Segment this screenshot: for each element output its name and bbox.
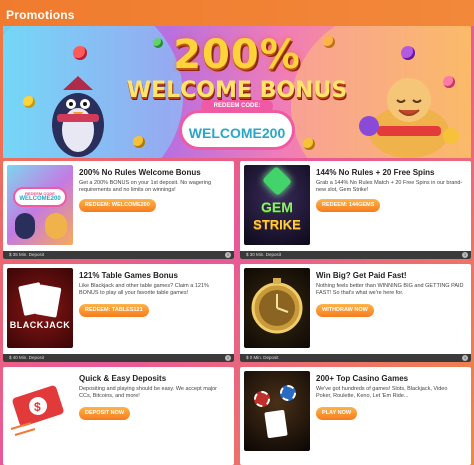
min-deposit-label: $ 35 Min. Deposit: [3, 251, 234, 259]
deposit-button[interactable]: DEPOSIT NOW: [79, 407, 131, 420]
promo-description: Depositing and playing should be easy. W…: [79, 386, 217, 399]
promo-card-welcome-bonus[interactable]: REDEEM CODE WELCOME200 200% No Rules Wel…: [3, 161, 234, 259]
promo-thumbnail: REDEEM CODE WELCOME200: [7, 165, 73, 245]
promo-title: 200% No Rules Welcome Bonus: [79, 168, 201, 177]
withdraw-button[interactable]: WITHDRAW NOW: [316, 304, 374, 317]
promo-title: Win Big? Get Paid Fast!: [316, 271, 407, 280]
hero-headline: 200%: [173, 32, 301, 78]
thumb-title-line2: STRIKE: [253, 217, 301, 232]
hero-code-label: REDEEM CODE:: [201, 100, 273, 112]
thumb-code-value: WELCOME200: [19, 196, 61, 202]
playing-card-icon: [34, 284, 62, 318]
promo-card-deposits[interactable]: $ Quick & Easy Deposits Depositing and p…: [3, 367, 234, 465]
page-title: Promotions: [6, 8, 75, 22]
casino-chip-icon: [254, 391, 270, 407]
promo-title: 200+ Top Casino Games: [316, 374, 409, 383]
promo-description: We've got hundreds of games! Slots, Blac…: [316, 386, 448, 399]
clock-icon: [251, 278, 303, 334]
info-icon[interactable]: i: [462, 355, 468, 361]
promo-card-table-games[interactable]: BLACKJACK 121% Table Games Bonus Like Bl…: [3, 264, 234, 362]
playing-card-icon: [264, 409, 288, 439]
thumb-character: [15, 213, 35, 239]
promo-thumbnail: $: [7, 371, 73, 451]
promo-card-casino-games[interactable]: 200+ Top Casino Games We've got hundreds…: [240, 367, 471, 465]
promo-card-fast-payout[interactable]: Win Big? Get Paid Fast! Nothing feels be…: [240, 264, 471, 362]
promo-title: 144% No Rules + 20 Free Spins: [316, 168, 435, 177]
page-header: Promotions: [0, 0, 474, 26]
promo-description: Like Blackjack and other table games? Cl…: [79, 283, 209, 296]
thumb-character: [45, 213, 67, 239]
promo-description: Nothing feels better than WINNING BIG an…: [316, 283, 464, 296]
gem-icon: [262, 166, 292, 196]
hero-code-value: WELCOME200: [188, 125, 286, 141]
redeem-button[interactable]: REDEEM: TABLES121: [79, 304, 149, 317]
info-icon[interactable]: i: [462, 252, 468, 258]
casino-chip-icon: [280, 385, 296, 401]
promo-description: Get a 200% BONUS on your 1st deposit. No…: [79, 180, 212, 193]
play-button[interactable]: PLAY NOW: [316, 407, 358, 420]
promo-card-free-spins[interactable]: GEM STRIKE 144% No Rules + 20 Free Spins…: [240, 161, 471, 259]
hero-code-box[interactable]: WELCOME200: [179, 110, 295, 150]
thumb-title: BLACKJACK: [9, 320, 71, 330]
promo-thumbnail: GEM STRIKE: [244, 165, 310, 245]
redeem-button[interactable]: REDEEM: 144GEMS: [316, 199, 381, 212]
redeem-button[interactable]: REDEEM: WELCOME200: [79, 199, 156, 212]
promo-thumbnail: [244, 371, 310, 451]
promo-thumbnail: BLACKJACK: [7, 268, 73, 348]
promo-description: Grab a 144% No Rules Match + 20 Free Spi…: [316, 180, 463, 193]
coin-decoration: [133, 136, 145, 148]
coin-decoration: [303, 138, 315, 150]
min-deposit-label: $ 0 Min. Deposit: [240, 354, 471, 362]
thumb-code-box: REDEEM CODE WELCOME200: [13, 187, 67, 207]
info-icon[interactable]: i: [225, 355, 231, 361]
min-deposit-label: $ 40 Min. Deposit: [3, 354, 234, 362]
svg-text:$: $: [34, 400, 41, 414]
promo-title: Quick & Easy Deposits: [79, 374, 167, 383]
hero-banner[interactable]: 200% WELCOME BONUS WELCOME200 REDEEM COD…: [3, 26, 471, 158]
promo-thumbnail: [244, 268, 310, 348]
info-icon[interactable]: i: [225, 252, 231, 258]
min-deposit-label: $ 30 Min. Deposit: [240, 251, 471, 259]
promo-title: 121% Table Games Bonus: [79, 271, 178, 280]
thumb-title-line1: GEM: [261, 199, 293, 215]
dollar-card-icon: $: [10, 385, 64, 436]
